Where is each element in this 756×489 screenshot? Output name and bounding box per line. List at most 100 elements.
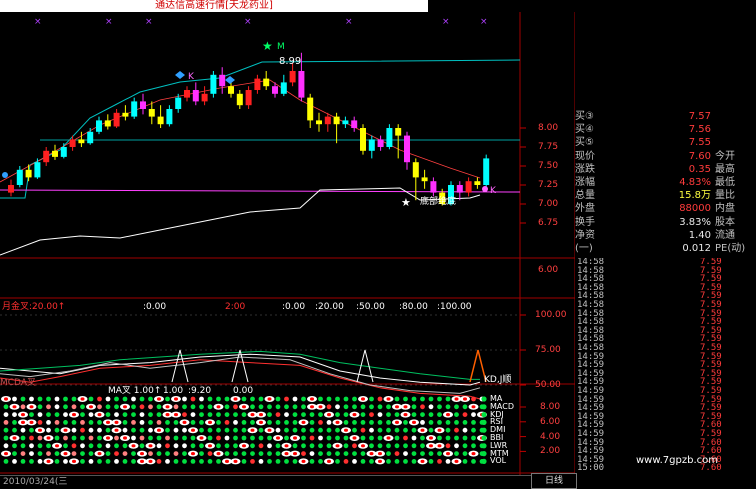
signal-dot bbox=[284, 435, 289, 441]
signal-dot bbox=[241, 451, 247, 456]
signal-dot bbox=[326, 404, 332, 410]
signal-dot bbox=[224, 404, 230, 410]
indicator1-axis-label: 75.00 bbox=[535, 345, 561, 355]
signal-dot bbox=[207, 451, 213, 456]
signal-dot bbox=[199, 443, 204, 449]
signal-eye-pupil bbox=[250, 413, 255, 417]
signal-eye-pupil bbox=[97, 452, 102, 456]
signal-eye-pupil bbox=[106, 420, 110, 424]
chart-area[interactable]: × × × × × × × ★★ bbox=[0, 0, 575, 475]
signal-dot bbox=[29, 451, 34, 456]
candle-body bbox=[122, 112, 129, 117]
signal-dot bbox=[267, 459, 272, 464]
signal-dot bbox=[148, 435, 153, 441]
signal-dot bbox=[88, 427, 94, 433]
quote-row: 换手 3.83% 股本 bbox=[575, 216, 756, 230]
signal-dot bbox=[250, 459, 255, 464]
signal-dot bbox=[386, 427, 391, 433]
quote-label: 外盘 bbox=[575, 203, 595, 215]
indicator1-series-0 bbox=[0, 353, 481, 386]
indicator1-param: :0.00 bbox=[282, 302, 306, 312]
signal-eye-pupil bbox=[327, 413, 331, 417]
signal-dot bbox=[437, 420, 442, 425]
signal-dot bbox=[131, 459, 136, 464]
signal-dot bbox=[377, 435, 383, 441]
signal-dot bbox=[88, 459, 94, 464]
signal-dot bbox=[267, 435, 272, 441]
signal-dot bbox=[343, 443, 349, 449]
signal-dot bbox=[275, 443, 281, 449]
k-marker-right: K bbox=[490, 186, 496, 196]
signal-eye-pupil bbox=[63, 428, 68, 432]
indicator2-title: MA叉 1.00↑ bbox=[108, 386, 162, 396]
signal-dot bbox=[309, 420, 315, 425]
signal-dot bbox=[12, 420, 17, 425]
signal-dot bbox=[292, 420, 298, 425]
signal-dot bbox=[71, 443, 77, 449]
signal-eye-pupil bbox=[148, 459, 153, 463]
signal-eye-pupil bbox=[420, 428, 425, 432]
signal-dot bbox=[471, 435, 476, 441]
signal-dot bbox=[369, 435, 374, 441]
signal-dot bbox=[173, 404, 179, 410]
signal-dot bbox=[454, 404, 459, 410]
quote-row: 现价 7.60 今开 bbox=[575, 150, 756, 164]
top-marker: × bbox=[442, 17, 450, 27]
indicator2-label-dot bbox=[481, 404, 487, 410]
signal-dot bbox=[292, 412, 298, 417]
signal-dot bbox=[148, 412, 153, 417]
candle-body bbox=[280, 82, 287, 94]
indicator1-param: 2:00 bbox=[225, 302, 246, 312]
signal-dot bbox=[54, 412, 60, 417]
quote-side-label: PE(动) bbox=[715, 243, 746, 254]
quote-value: 7.60 bbox=[688, 150, 711, 162]
signal-dot bbox=[394, 459, 400, 464]
signal-eye-pupil bbox=[55, 444, 59, 448]
peak-price-label: 8.99 bbox=[279, 56, 302, 67]
signal-dot bbox=[258, 396, 264, 402]
signal-dot bbox=[37, 451, 43, 456]
signal-dot bbox=[301, 404, 306, 410]
candle-body bbox=[8, 185, 14, 193]
signal-dot bbox=[114, 451, 119, 456]
signal-dot bbox=[156, 451, 162, 456]
signal-dot bbox=[292, 443, 298, 449]
signal-dot bbox=[335, 412, 340, 417]
signal-dot bbox=[428, 427, 434, 433]
signal-eye-pupil bbox=[97, 413, 102, 417]
signal-dot bbox=[199, 427, 204, 433]
signal-eye-pupil bbox=[72, 459, 76, 463]
signal-dot bbox=[148, 420, 153, 425]
quote-value: 1.40 bbox=[688, 229, 711, 241]
top-marker: × bbox=[145, 17, 153, 27]
signal-dot bbox=[394, 443, 400, 449]
signal-dot bbox=[131, 420, 136, 425]
tick-list[interactable]: 14:58 7.59 14:58 7.59 14:58 7.59 14:58 7.59 14:5… bbox=[575, 258, 756, 473]
signal-dot bbox=[97, 435, 102, 441]
signal-dot bbox=[156, 404, 162, 410]
candle-body bbox=[272, 86, 278, 94]
signal-dot bbox=[148, 427, 153, 433]
signal-dot bbox=[199, 459, 204, 464]
signal-dot bbox=[258, 435, 264, 441]
signal-dot bbox=[326, 396, 332, 402]
signal-dot bbox=[454, 443, 459, 449]
signal-dot bbox=[335, 435, 340, 441]
signal-dot bbox=[46, 412, 51, 417]
signal-dot bbox=[462, 412, 468, 417]
candle-body bbox=[333, 116, 340, 125]
signal-dot bbox=[63, 443, 68, 449]
signal-dot bbox=[182, 459, 187, 464]
signal-eye-pupil bbox=[284, 452, 289, 456]
signal-dot bbox=[233, 451, 238, 456]
signal-dot bbox=[284, 459, 289, 464]
signal-dot bbox=[411, 459, 417, 464]
candle-body bbox=[483, 158, 490, 185]
signal-dot bbox=[199, 404, 204, 410]
signal-dot bbox=[20, 459, 26, 464]
signal-dot bbox=[12, 443, 17, 449]
quote-label: 净资 bbox=[575, 229, 595, 241]
signal-dot bbox=[114, 459, 119, 464]
signal-eye-pupil bbox=[446, 452, 450, 456]
candle-body bbox=[157, 116, 164, 125]
